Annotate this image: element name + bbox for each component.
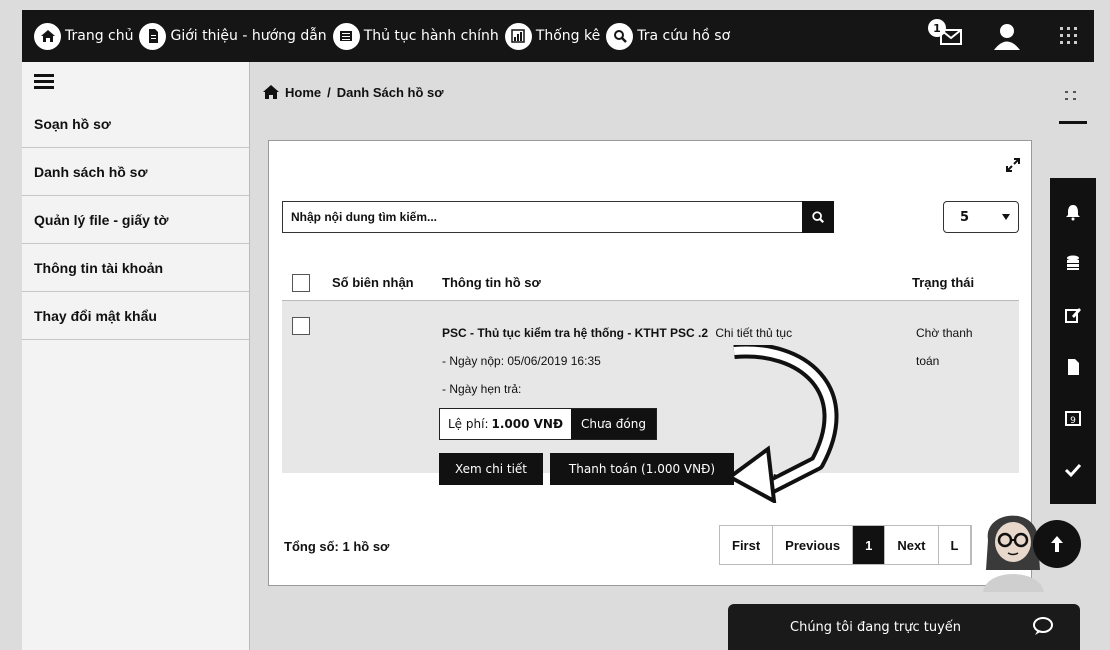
- nav-procedures[interactable]: Thủ tục hành chính: [332, 22, 499, 50]
- live-chat-bar[interactable]: Chúng tôi đang trực tuyến: [728, 604, 1080, 650]
- left-sidebar: Soạn hồ sơ Danh sách hồ sơ Quản lý file …: [22, 62, 250, 650]
- check-icon[interactable]: [1062, 459, 1084, 481]
- header-info: Thông tin hồ sơ: [442, 275, 541, 290]
- fee-box: Lệ phí: 1.000 VNĐ Chưa đóng: [439, 408, 657, 440]
- pager-previous[interactable]: Previous: [773, 526, 854, 564]
- nav-guide-label: Giới thiệu - hướng dẫn: [170, 28, 327, 44]
- fee-status-badge: Chưa đóng: [571, 409, 656, 439]
- database-icon[interactable]: [1062, 252, 1084, 274]
- list-icon: [332, 22, 360, 50]
- sidebar-item-compose[interactable]: Soạn hồ sơ: [22, 100, 249, 148]
- breadcrumb-separator: /: [327, 84, 331, 100]
- fee-label-text: Lệ phí:: [448, 417, 489, 431]
- search-row: 5: [282, 201, 1019, 237]
- scroll-to-top-button[interactable]: [1033, 520, 1081, 568]
- top-right-tools: 1: [928, 10, 1094, 62]
- file-icon[interactable]: [1062, 356, 1084, 378]
- return-date: - Ngày hẹn trả:: [442, 382, 522, 396]
- page-size-select[interactable]: 5: [943, 201, 1019, 233]
- chat-bubble-icon: [1033, 617, 1053, 635]
- pager-next[interactable]: Next: [885, 526, 939, 564]
- edit-icon[interactable]: [1062, 304, 1084, 326]
- right-toolbar: 9: [1050, 178, 1096, 504]
- pager-current-page[interactable]: 1: [853, 526, 886, 564]
- top-navbar: Trang chủ Giới thiệu - hướng dẫn Thủ tục…: [22, 10, 1094, 62]
- qr-code-icon[interactable]: [1058, 25, 1080, 47]
- header-code: Số biên nhận: [332, 275, 414, 290]
- expand-icon[interactable]: [1005, 157, 1021, 173]
- search-icon: [606, 22, 634, 50]
- svg-text:9: 9: [1070, 416, 1076, 426]
- table-row: PSC - Thủ tục kiểm tra hệ thống - KTHT P…: [282, 301, 1019, 503]
- pay-button[interactable]: Thanh toán (1.000 VNĐ): [550, 453, 734, 485]
- select-all-checkbox[interactable]: [292, 273, 310, 292]
- fee-amount: 1.000 VNĐ: [491, 417, 564, 431]
- chat-label: Chúng tôi đang trực tuyến: [790, 619, 962, 635]
- total-count: Tổng số: 1 hồ sơ: [284, 539, 390, 554]
- view-detail-button[interactable]: Xem chi tiết: [439, 453, 543, 485]
- nav-statistics[interactable]: Thống kê: [504, 22, 601, 50]
- row-checkbox[interactable]: [292, 317, 310, 335]
- sidebar-item-password[interactable]: Thay đổi mật khẩu: [22, 292, 249, 340]
- search-icon: [812, 211, 825, 224]
- user-icon[interactable]: [992, 21, 1022, 51]
- hamburger-menu-icon[interactable]: [22, 62, 249, 100]
- breadcrumb: Home / Danh Sách hồ sơ: [262, 84, 444, 100]
- records-table: Số biên nhận Thông tin hồ sơ Trạng thái …: [282, 265, 1019, 503]
- home-icon: [34, 22, 61, 50]
- breadcrumb-current: Danh Sách hồ sơ: [336, 84, 444, 100]
- bell-icon[interactable]: [1062, 201, 1084, 223]
- collapse-icon[interactable]: [1053, 88, 1087, 128]
- calendar-icon[interactable]: 9: [1062, 407, 1084, 429]
- records-panel: 5 Số biên nhận Thông tin hồ sơ Trạng thá…: [268, 140, 1032, 586]
- pager-last[interactable]: L: [939, 526, 972, 564]
- notifications-button[interactable]: 1: [928, 19, 964, 51]
- nav-home-label: Trang chủ: [65, 28, 134, 44]
- search-button[interactable]: [802, 201, 834, 233]
- nav-lookup[interactable]: Tra cứu hồ sơ: [606, 22, 731, 50]
- sidebar-item-list[interactable]: Danh sách hồ sơ: [22, 148, 249, 196]
- sidebar-item-account[interactable]: Thông tin tài khoản: [22, 244, 249, 292]
- pager-first[interactable]: First: [720, 526, 774, 564]
- row-info: PSC - Thủ tục kiểm tra hệ thống - KTHT P…: [442, 319, 792, 403]
- search-input[interactable]: [282, 201, 832, 233]
- page-size-value: 5: [960, 209, 970, 225]
- nav-statistics-label: Thống kê: [535, 28, 601, 44]
- arrow-up-icon: [1051, 536, 1063, 552]
- caret-down-icon: [1002, 214, 1010, 220]
- nav-guide[interactable]: Giới thiệu - hướng dẫn: [139, 22, 327, 50]
- breadcrumb-home-link[interactable]: Home: [285, 85, 321, 100]
- record-title: PSC - Thủ tục kiểm tra hệ thống - KTHT P…: [442, 326, 709, 340]
- header-status: Trạng thái: [912, 275, 975, 290]
- procedure-detail-link[interactable]: Chi tiết thủ tục: [715, 326, 792, 340]
- mail-icon: [940, 29, 962, 45]
- fee-label: Lệ phí: 1.000 VNĐ: [440, 409, 572, 439]
- record-status: Chờ thanh toán: [916, 326, 973, 368]
- sidebar-item-files[interactable]: Quản lý file - giấy tờ: [22, 196, 249, 244]
- nav-lookup-label: Tra cứu hồ sơ: [637, 28, 731, 44]
- table-header: Số biên nhận Thông tin hồ sơ Trạng thái: [282, 265, 1019, 301]
- chart-icon: [504, 22, 532, 50]
- nav-procedures-label: Thủ tục hành chính: [363, 28, 499, 44]
- pagination: First Previous 1 Next L: [719, 525, 973, 565]
- nav-home[interactable]: Trang chủ: [34, 22, 134, 50]
- home-icon: [263, 85, 279, 99]
- submit-date: - Ngày nộp: 05/06/2019 16:35: [442, 354, 601, 368]
- document-icon: [139, 22, 167, 50]
